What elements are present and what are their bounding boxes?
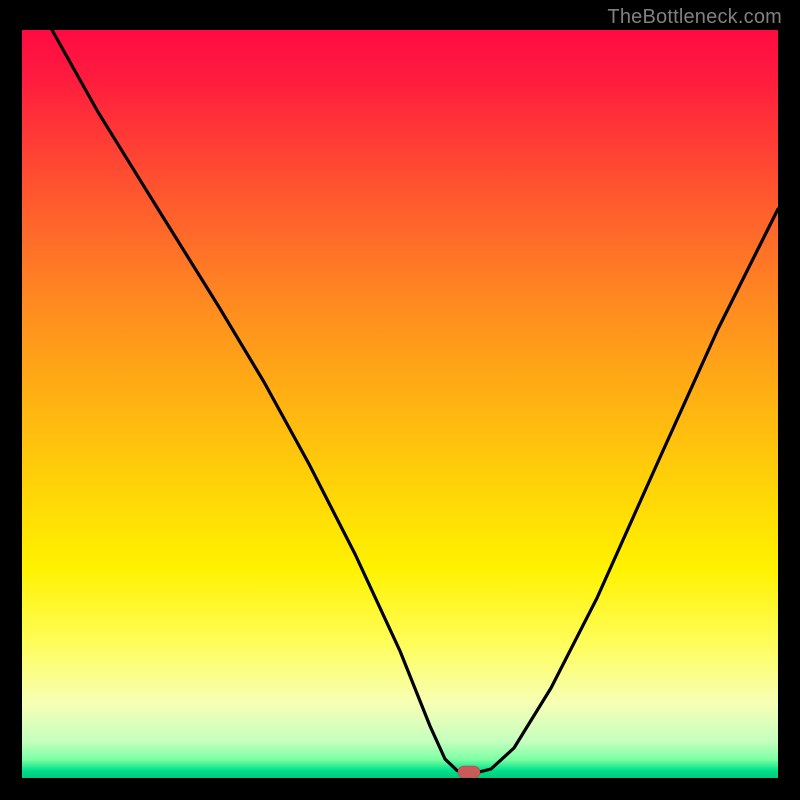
- watermark-text: TheBottleneck.com: [607, 6, 782, 29]
- chart-frame: TheBottleneck.com: [0, 0, 800, 800]
- curve-layer: [22, 30, 778, 778]
- minimum-marker: [458, 766, 480, 778]
- plot-area: [22, 30, 778, 778]
- bottleneck-curve: [52, 30, 778, 773]
